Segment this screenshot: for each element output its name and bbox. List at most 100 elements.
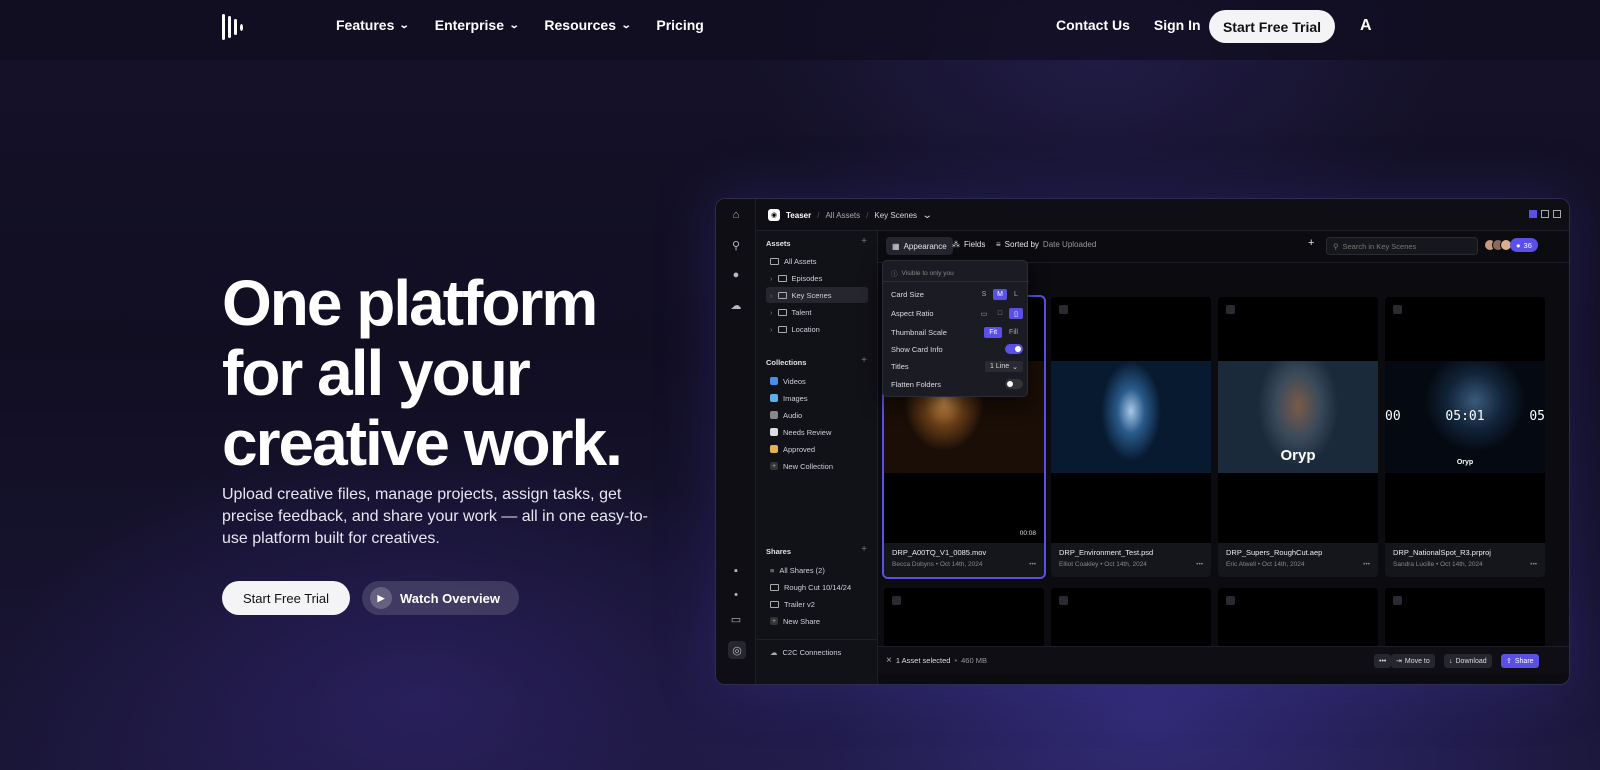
more-icon[interactable]: •••: [1363, 561, 1370, 568]
chevron-down-icon: ⌄: [620, 19, 632, 31]
breadcrumb: ◉ Teaser / All Assets / Key Scenes ⌄: [768, 209, 933, 221]
sidebar-item-rough-cut[interactable]: Rough Cut 10/14/24: [766, 579, 868, 595]
folder-icon: [777, 291, 787, 299]
asset-card[interactable]: [1051, 588, 1211, 648]
fields-icon: ⁂: [952, 240, 960, 249]
nav-resources[interactable]: Resources ⌄: [544, 17, 632, 33]
fields-button[interactable]: ⁂ Fields: [952, 240, 985, 249]
add-share-icon[interactable]: +: [861, 544, 867, 555]
select-checkbox[interactable]: [1226, 305, 1235, 314]
square-icon[interactable]: □: [993, 308, 1007, 319]
portrait-icon[interactable]: ▯: [1009, 308, 1023, 319]
search-input[interactable]: ⚲ Search in Key Scenes: [1326, 237, 1478, 255]
scale-fill-option[interactable]: Fill: [1004, 327, 1023, 338]
download-button[interactable]: ↓ Download: [1444, 654, 1492, 668]
panel-center-icon[interactable]: [1541, 210, 1549, 218]
card-info-toggle[interactable]: [1005, 344, 1023, 354]
sidebar-item-images[interactable]: Images: [766, 390, 868, 406]
image-icon: [770, 394, 778, 402]
plus-icon: +: [770, 462, 778, 470]
move-icon: ⇥: [1396, 658, 1402, 665]
size-s-option[interactable]: S: [977, 289, 991, 300]
sidebar-item-talent[interactable]: › Talent: [766, 304, 868, 320]
size-l-option[interactable]: L: [1009, 289, 1023, 300]
members-badge[interactable]: ● 36: [1510, 238, 1538, 252]
watch-overview-button[interactable]: ▶ Watch Overview: [362, 581, 519, 615]
inbox-icon[interactable]: ▭: [728, 611, 744, 627]
sidebar-item-key-scenes[interactable]: › Key Scenes: [766, 287, 868, 303]
select-checkbox[interactable]: [1059, 305, 1068, 314]
asset-card[interactable]: [1385, 588, 1545, 648]
add-collection-icon[interactable]: +: [861, 355, 867, 366]
sidebar-item-c2c[interactable]: ☁ C2C Connections: [766, 644, 868, 660]
app-topbar: ◉ Teaser / All Assets / Key Scenes ⌄: [756, 199, 1569, 231]
cloud-icon: ☁: [770, 647, 778, 657]
move-to-button[interactable]: ⇥ Move to: [1391, 654, 1435, 668]
asset-card[interactable]: [1218, 588, 1378, 648]
sidebar-item-videos[interactable]: Videos: [766, 373, 868, 389]
more-actions-button[interactable]: •••: [1374, 654, 1392, 668]
titles-select[interactable]: 1 Line ⌄: [985, 361, 1023, 372]
share-icon: ⇪: [1506, 658, 1512, 665]
adobe-logo-icon[interactable]: A: [1360, 17, 1372, 35]
nav-features[interactable]: Features ⌄: [336, 17, 410, 33]
nav-pricing[interactable]: Pricing: [656, 17, 703, 33]
select-checkbox[interactable]: [1393, 305, 1402, 314]
sidebar-item-all-shares[interactable]: ≡ All Shares (2): [766, 562, 868, 578]
hero-start-trial-button[interactable]: Start Free Trial: [222, 581, 350, 615]
add-asset-icon[interactable]: +: [861, 236, 867, 247]
select-checkbox[interactable]: [1393, 596, 1402, 605]
size-m-option[interactable]: M: [993, 289, 1007, 300]
lightbulb-icon[interactable]: •: [728, 587, 744, 603]
share-button[interactable]: ⇪ Share: [1501, 654, 1539, 668]
sidebar-item-audio[interactable]: Audio: [766, 407, 868, 423]
more-icon[interactable]: •••: [1029, 561, 1036, 568]
select-checkbox[interactable]: [1226, 596, 1235, 605]
chat-icon[interactable]: ▪: [728, 563, 744, 579]
select-checkbox[interactable]: [1059, 596, 1068, 605]
home-icon[interactable]: ⌂: [728, 207, 744, 223]
flatten-folders-toggle[interactable]: [1005, 379, 1023, 389]
panel-right-icon[interactable]: [1553, 210, 1561, 218]
nav-enterprise[interactable]: Enterprise ⌄: [435, 17, 520, 33]
contact-us-link[interactable]: Contact Us: [1056, 17, 1130, 33]
sidebar-item-all-assets[interactable]: All Assets: [766, 253, 868, 269]
scale-fit-option[interactable]: Fit: [984, 327, 1003, 338]
info-icon: ⓘ: [891, 271, 898, 278]
sidebar-item-needs-review[interactable]: Needs Review: [766, 424, 868, 440]
sort-button[interactable]: ≡ Sorted by Date Uploaded: [996, 240, 1096, 249]
upload-cloud-icon[interactable]: ☁: [728, 297, 744, 313]
more-icon[interactable]: •••: [1196, 561, 1203, 568]
chevron-down-icon: ⌄: [921, 209, 933, 221]
nav-links: Features ⌄ Enterprise ⌄ Resources ⌄ Pricing: [336, 17, 704, 33]
sidebar-item-new-collection[interactable]: + New Collection: [766, 458, 868, 474]
search-icon[interactable]: ⚲: [728, 237, 744, 253]
asset-card[interactable]: Oryp DRP_Supers_RoughCut.aep Eric Atwell…: [1218, 297, 1378, 577]
sidebar-item-episodes[interactable]: › Episodes: [766, 270, 868, 286]
asset-card[interactable]: 00 05:01 05 Oryp DRP_NationalSpot_R3.prp…: [1385, 297, 1545, 577]
folder-icon: [777, 274, 787, 282]
workspace-icon[interactable]: ◎: [728, 641, 746, 659]
add-icon[interactable]: +: [1308, 237, 1314, 249]
close-icon[interactable]: ×: [886, 655, 892, 666]
sidebar-item-approved[interactable]: Approved: [766, 441, 868, 457]
sidebar-item-location[interactable]: › Location: [766, 321, 868, 337]
more-icon[interactable]: •••: [1530, 561, 1537, 568]
asset-card[interactable]: DRP_Environment_Test.psd Elliot Coakley …: [1051, 297, 1211, 577]
panel-left-icon[interactable]: [1529, 210, 1537, 218]
avatar-stack[interactable]: [1484, 239, 1512, 251]
select-checkbox[interactable]: [892, 596, 901, 605]
asset-card[interactable]: [884, 588, 1044, 648]
start-free-trial-button[interactable]: Start Free Trial: [1209, 10, 1335, 43]
video-icon: [770, 377, 778, 385]
bell-icon[interactable]: ●: [728, 267, 744, 283]
landscape-icon[interactable]: ▭: [977, 308, 991, 319]
appearance-button[interactable]: ▦ Appearance: [886, 237, 953, 255]
sidebar-item-trailer[interactable]: Trailer v2: [766, 596, 868, 612]
plus-icon: +: [770, 617, 778, 625]
brand-logo-icon[interactable]: [222, 12, 250, 42]
sign-in-link[interactable]: Sign In: [1154, 17, 1201, 33]
sidebar-item-new-share[interactable]: + New Share: [766, 613, 868, 629]
image-thumbnail: [1051, 361, 1211, 473]
aspect-ratio-row: Aspect Ratio ▭ □ ▯: [891, 308, 1023, 319]
